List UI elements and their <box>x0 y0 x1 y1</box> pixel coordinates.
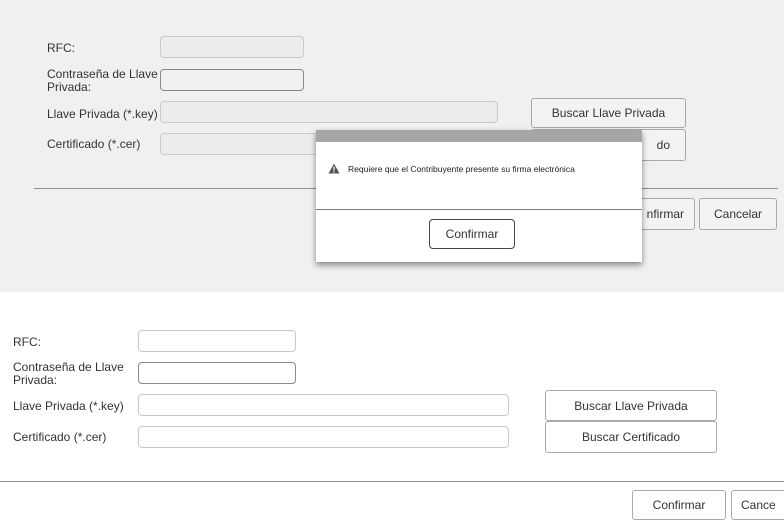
password-input[interactable] <box>160 69 304 91</box>
certificate-label: Certificado (*.cer) <box>13 430 107 444</box>
form-divider <box>0 481 784 482</box>
browse-certificate-button[interactable]: Buscar Certificado <box>545 421 717 453</box>
warning-icon <box>328 163 340 174</box>
password-label: Contraseña de Llave Privada: <box>13 360 124 387</box>
certificate-input[interactable] <box>160 133 320 155</box>
rfc-input[interactable] <box>160 36 304 58</box>
rfc-label: RFC: <box>47 41 75 55</box>
cancel-button[interactable]: Cancelar <box>699 198 777 230</box>
dialog-separator <box>316 209 642 210</box>
dialog-message: Requiere que el Contribuyente presente s… <box>348 163 575 174</box>
rfc-label: RFC: <box>13 335 41 349</box>
certificate-input[interactable] <box>138 426 509 448</box>
password-label: Contraseña de Llave Privada: <box>47 67 158 94</box>
browse-private-key-button[interactable]: Buscar Llave Privada <box>531 98 686 128</box>
certificate-label: Certificado (*.cer) <box>47 137 141 151</box>
dialog-title-bar <box>316 130 642 142</box>
rfc-input[interactable] <box>138 330 296 352</box>
private-key-label: Llave Privada (*.key) <box>47 107 158 121</box>
dialog-message-row: Requiere que el Contribuyente presente s… <box>328 163 575 174</box>
private-key-label: Llave Privada (*.key) <box>13 399 124 413</box>
private-key-input[interactable] <box>160 101 498 123</box>
dialog-confirm-button[interactable]: Confirmar <box>429 219 515 249</box>
alert-dialog: Requiere que el Contribuyente presente s… <box>316 130 642 262</box>
browse-private-key-button[interactable]: Buscar Llave Privada <box>545 390 717 421</box>
password-input[interactable] <box>138 362 296 384</box>
private-key-input[interactable] <box>138 394 509 416</box>
